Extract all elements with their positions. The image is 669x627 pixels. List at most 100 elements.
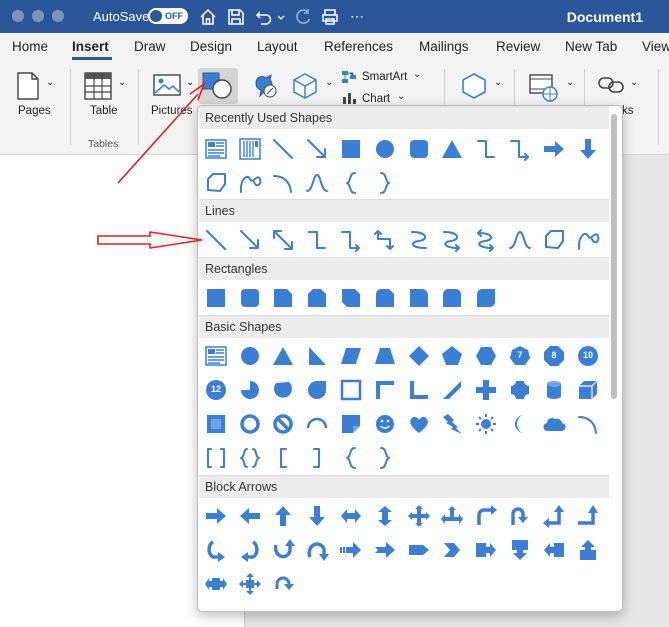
tab-insert[interactable]: Insert: [72, 39, 109, 54]
shape-triangle[interactable]: [270, 343, 296, 369]
shape-double-arrow-line[interactable]: [270, 227, 296, 253]
shape-up-down-arrow[interactable]: [372, 503, 398, 529]
shape-notched-right-arrow[interactable]: [372, 537, 398, 563]
shape-rectangle[interactable]: [338, 136, 364, 162]
tab-home[interactable]: Home: [12, 39, 48, 54]
smartart-icon[interactable]: [341, 70, 357, 84]
shape-vertical-text-box[interactable]: [237, 136, 263, 162]
shape-chevron[interactable]: [439, 537, 465, 563]
links-icon[interactable]: [597, 73, 625, 97]
shape-curved-up-arrow[interactable]: [270, 537, 296, 563]
shape-right-arrow[interactable]: [541, 136, 567, 162]
shape-trapezoid[interactable]: [372, 343, 398, 369]
table-icon[interactable]: [83, 71, 113, 101]
shape-freeform[interactable]: [203, 170, 229, 196]
shape-bent-up-arrow[interactable]: [575, 503, 601, 529]
shape-round-single-corner[interactable]: [406, 285, 432, 311]
pictures-dropdown-icon[interactable]: ⌄: [186, 77, 194, 88]
shape-freeform[interactable]: [541, 227, 567, 253]
shape-smiley[interactable]: [372, 411, 398, 437]
shape-left-up-arrow[interactable]: [541, 503, 567, 529]
autosave-toggle[interactable]: OFF: [148, 8, 188, 24]
tab-new-tab[interactable]: New Tab: [565, 39, 617, 54]
shape-chord[interactable]: [270, 377, 296, 403]
add-ins-icon[interactable]: [458, 71, 490, 101]
print-icon[interactable]: [320, 7, 340, 27]
shape-cube[interactable]: [575, 377, 601, 403]
pages-dropdown-icon[interactable]: ⌄: [46, 77, 54, 88]
shape-pentagon-arrow[interactable]: [406, 537, 432, 563]
shape-right-brace[interactable]: [372, 170, 398, 196]
smartart-dropdown-icon[interactable]: ⌄: [413, 69, 421, 80]
shape-left-right-arrow-callout[interactable]: [203, 571, 229, 597]
chart-dropdown-icon[interactable]: ⌄: [397, 91, 405, 102]
3d-models-dropdown-icon[interactable]: ⌄: [325, 77, 333, 88]
shape-left-brace[interactable]: [338, 445, 364, 471]
video-dropdown-icon[interactable]: ⌄: [566, 77, 574, 88]
shape-curved-arrow-connector[interactable]: [439, 227, 465, 253]
icons-bird-icon[interactable]: [250, 69, 282, 101]
shape-octagon[interactable]: 8: [541, 343, 567, 369]
table-dropdown-icon[interactable]: ⌄: [118, 77, 126, 88]
zoom-window-icon[interactable]: [52, 10, 64, 22]
shape-curved-right-arrow[interactable]: [203, 537, 229, 563]
shape-elbow-arrow-connector[interactable]: [507, 136, 533, 162]
tab-view[interactable]: View: [642, 39, 669, 54]
shape-half-frame[interactable]: [372, 377, 398, 403]
tab-draw[interactable]: Draw: [134, 39, 166, 54]
shape-plaque[interactable]: [507, 377, 533, 403]
3d-models-icon[interactable]: [290, 71, 320, 101]
shape-up-arrow-callout[interactable]: [575, 537, 601, 563]
shape-arc[interactable]: [270, 170, 296, 196]
shape-pentagon[interactable]: [439, 343, 465, 369]
shape-round-same-side[interactable]: [439, 285, 465, 311]
shape-right-arrow[interactable]: [203, 503, 229, 529]
shape-u-turn-arrow[interactable]: [507, 503, 533, 529]
shape-diagonal-stripe[interactable]: [439, 377, 465, 403]
shape-teardrop[interactable]: [304, 377, 330, 403]
shape-dodecagon[interactable]: 12: [203, 377, 229, 403]
shape-scribble[interactable]: [575, 227, 601, 253]
shape-elbow-connector[interactable]: [304, 227, 330, 253]
more-icon[interactable]: ⋯: [350, 8, 364, 25]
shape-line[interactable]: [270, 136, 296, 162]
shape-down-arrow-callout[interactable]: [507, 537, 533, 563]
shape-quad-arrow[interactable]: [406, 503, 432, 529]
shape-snip-diagonal[interactable]: [338, 285, 364, 311]
shape-oval[interactable]: [237, 343, 263, 369]
shape-snip-single-corner[interactable]: [270, 285, 296, 311]
shape-cloud[interactable]: [541, 411, 567, 437]
shape-curve[interactable]: [304, 170, 330, 196]
shape-snip-same-side[interactable]: [304, 285, 330, 311]
tab-review[interactable]: Review: [496, 39, 540, 54]
shape-bent-arrow[interactable]: [473, 503, 499, 529]
redo-icon[interactable]: [293, 7, 313, 27]
shape-left-arrow-callout[interactable]: [541, 537, 567, 563]
shape-left-bracket[interactable]: [270, 445, 296, 471]
tab-references[interactable]: References: [324, 39, 393, 54]
shape-elbow-arrow-connector[interactable]: [338, 227, 364, 253]
shape-right-triangle[interactable]: [304, 343, 330, 369]
chart-label[interactable]: Chart: [362, 93, 390, 105]
shape-sun[interactable]: [473, 411, 499, 437]
shape-heptagon[interactable]: 7: [507, 343, 533, 369]
shape-cross[interactable]: [473, 377, 499, 403]
close-window-icon[interactable]: [12, 10, 24, 22]
shape-elbow-connector[interactable]: [473, 136, 499, 162]
shape-left-arrow[interactable]: [237, 503, 263, 529]
shape-right-arrow-callout[interactable]: [473, 537, 499, 563]
shape-rounded-rectangle[interactable]: [237, 285, 263, 311]
shape-snip-round[interactable]: [372, 285, 398, 311]
shape-donut[interactable]: [237, 411, 263, 437]
shape-can[interactable]: [541, 377, 567, 403]
shape-curve[interactable]: [507, 227, 533, 253]
shape-up-arrow[interactable]: [270, 503, 296, 529]
shape-curved-down-arrow[interactable]: [304, 537, 330, 563]
shape-elbow-double-arrow[interactable]: [372, 227, 398, 253]
home-icon[interactable]: [198, 7, 218, 27]
shape-down-arrow[interactable]: [304, 503, 330, 529]
shape-parallelogram[interactable]: [338, 343, 364, 369]
shape-right-brace[interactable]: [372, 445, 398, 471]
shape-line[interactable]: [203, 227, 229, 253]
shape-double-brace[interactable]: [237, 445, 263, 471]
